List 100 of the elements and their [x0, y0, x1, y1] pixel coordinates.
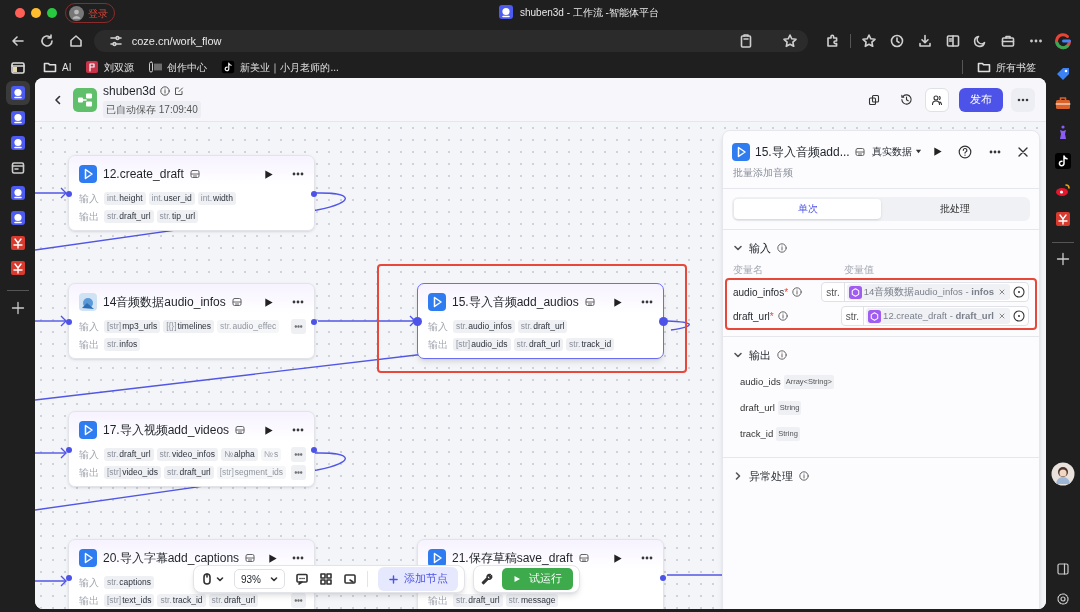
node-card[interactable]: 14音频数据audio_infos 输入 [str]mp3_urls [{}]timelines str.audio_effec 输出 str.infos [68, 283, 315, 359]
port-handle[interactable] [311, 447, 317, 453]
run-node-icon[interactable] [612, 296, 623, 308]
interaction-mode-button[interactable] [200, 572, 224, 586]
add-node-button[interactable]: 添加节点 [378, 567, 458, 591]
more-icon [294, 322, 303, 331]
run-node-icon[interactable] [263, 296, 274, 308]
chevron-icon[interactable] [733, 243, 743, 253]
edit-icon[interactable] [173, 85, 184, 96]
back-icon[interactable] [53, 94, 63, 105]
port-handle[interactable] [311, 191, 317, 197]
tiktok-icon[interactable] [221, 60, 236, 74]
parameter-tag: str.draft_url [104, 210, 154, 223]
reference-field[interactable]: str. 12.create_draft - draft_url [840, 306, 1029, 326]
port-handle[interactable] [66, 191, 72, 197]
extension-icon[interactable] [1055, 210, 1071, 227]
clear-icon[interactable] [998, 312, 1006, 320]
bookmark[interactable]: 刘双源 [85, 59, 135, 75]
mode-tab[interactable]: 批处理 [881, 199, 1028, 219]
zoom-dropdown[interactable]: 93% [234, 569, 285, 589]
thumbnail-icon [79, 293, 97, 311]
home-icon[interactable] [67, 33, 84, 49]
minimap-icon[interactable] [343, 572, 357, 586]
download-icon[interactable] [916, 33, 933, 49]
avatar-icon[interactable] [1051, 462, 1075, 486]
extension-icon[interactable] [1054, 151, 1072, 170]
parameter-tag: str.draft_url [453, 594, 503, 607]
target-icon[interactable] [1013, 310, 1025, 322]
site-settings-icon[interactable] [107, 33, 124, 49]
run-node-icon[interactable] [263, 168, 274, 180]
back-icon[interactable] [10, 33, 26, 49]
parameter-tag: [{}]timelines [163, 320, 215, 333]
settings-icon[interactable] [1056, 592, 1070, 606]
target-icon[interactable] [1013, 286, 1025, 298]
node-card[interactable]: 12.create_draft 输入 int.height int.user_id int.width 输出 str.draft_url str.tip_url [68, 155, 315, 231]
more-parameters-button[interactable] [291, 447, 306, 462]
run-node-icon[interactable] [263, 424, 274, 436]
run-node-icon[interactable] [612, 552, 623, 564]
mode-tab[interactable]: 单次 [734, 199, 881, 219]
node-card[interactable]: 17.导入视频add_videos 输入 str.draft_url str.video_infos №alpha №s 输出 [str]video_ids str.draft_url [str]segment_ids [68, 411, 315, 487]
add-icon[interactable] [10, 301, 25, 315]
favorites-icon[interactable] [861, 33, 877, 49]
tab-title[interactable]: shuben3d - 工作流 -智能体平台 [520, 4, 659, 20]
parameter-tag: str.track_id [566, 338, 615, 351]
url-text[interactable]: coze.cn/work_flow [131, 32, 222, 50]
address-bar[interactable]: coze.cn/work_flow [93, 30, 809, 52]
grid-layout-icon[interactable] [319, 572, 333, 586]
close-icon[interactable] [1017, 145, 1029, 158]
port-handle[interactable] [659, 317, 668, 326]
minimize-window-button[interactable] [31, 8, 41, 18]
template-icon [578, 553, 589, 563]
bookmark[interactable]: 创作中心 [148, 59, 208, 75]
node-title: 21.保存草稿save_draft [452, 550, 573, 567]
connector-line [666, 574, 723, 576]
more-parameters-button[interactable] [291, 593, 306, 608]
bookmark[interactable]: 新美业｜小月老师的... [221, 59, 339, 75]
save-status: 已自动保存 17:09:40 [103, 100, 201, 118]
clear-icon[interactable] [998, 288, 1006, 296]
port-handle[interactable] [66, 447, 72, 453]
publish-button[interactable]: 发布 [959, 87, 1003, 112]
parameter-tag: str.captions [104, 576, 154, 589]
help-icon[interactable] [958, 144, 973, 159]
port-handle[interactable] [413, 317, 422, 326]
row-label: 输入 [79, 192, 100, 206]
extensions-icon[interactable] [824, 33, 840, 49]
history-icon[interactable] [888, 33, 905, 49]
chevron-icon[interactable] [733, 350, 743, 360]
sidebar-toggle-icon[interactable] [1056, 562, 1070, 576]
run-node-icon[interactable] [931, 146, 943, 157]
collaborators-button[interactable] [925, 87, 949, 112]
star-icon[interactable] [782, 33, 799, 49]
port-handle[interactable] [660, 575, 666, 581]
copy-icon[interactable] [868, 93, 880, 106]
reader-icon[interactable] [944, 33, 961, 49]
row-label: 输出 [79, 466, 100, 480]
parameter-tag: str.infos [104, 338, 141, 351]
port-handle[interactable] [66, 575, 72, 581]
data-mode-dropdown[interactable]: 真实数据 [871, 144, 922, 159]
more-parameters-button[interactable] [291, 465, 306, 480]
reload-icon[interactable] [38, 33, 55, 49]
mouse-icon[interactable] [200, 572, 214, 586]
port-handle[interactable] [311, 319, 317, 325]
more-icon [294, 450, 303, 459]
column-header: 变量值 [844, 263, 874, 276]
maximize-window-button[interactable] [47, 8, 57, 18]
more-parameters-button[interactable] [291, 319, 306, 334]
bookmark[interactable]: 所有书签 [977, 59, 1036, 75]
add-icon[interactable] [1056, 252, 1070, 266]
google-icon[interactable] [1054, 32, 1073, 50]
caret-icon [270, 575, 278, 583]
briefcase-icon[interactable] [1000, 33, 1017, 49]
parameter-tag: str.audio_infos [453, 320, 515, 333]
comment-icon[interactable] [295, 572, 309, 586]
chevron-icon[interactable] [733, 471, 743, 481]
port-handle[interactable] [66, 319, 72, 325]
reference-field[interactable]: str. 14音频数据audio_infos - infos [821, 282, 1029, 302]
wrench-icon[interactable] [480, 572, 494, 586]
bookmark[interactable]: AI [43, 59, 72, 75]
history-icon[interactable] [900, 93, 913, 106]
close-window-button[interactable] [15, 8, 25, 18]
